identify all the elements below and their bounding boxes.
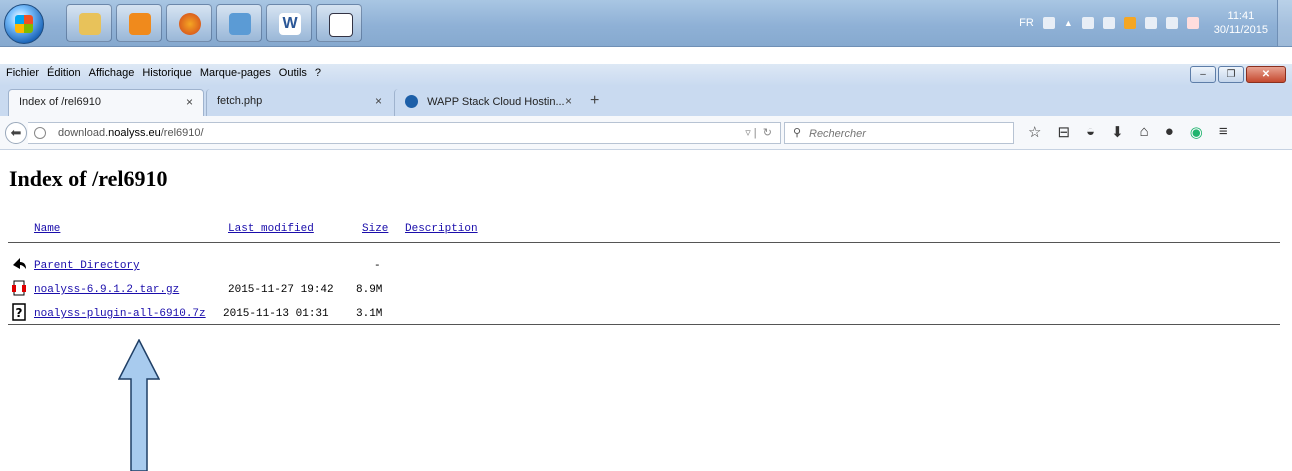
download-icon[interactable]: ⬇ — [1111, 123, 1124, 141]
unknown-file-icon: ? — [12, 303, 26, 321]
url-prefix: download. — [58, 127, 109, 139]
home-icon[interactable]: ⌂ — [1140, 123, 1149, 141]
bookmark-star-icon[interactable]: ☆ — [1028, 123, 1041, 141]
pocket-icon[interactable]: ◒ — [1086, 123, 1095, 141]
column-size-header[interactable]: Size — [362, 223, 388, 235]
device-icon[interactable] — [1144, 17, 1157, 29]
chat-icon[interactable]: ● — [1165, 123, 1174, 141]
taskbar-word-button[interactable]: W — [266, 4, 312, 42]
column-name-header[interactable]: Name — [34, 223, 60, 235]
file-size: - — [374, 260, 381, 272]
globe-icon[interactable] — [34, 127, 46, 139]
dropdown-arrow-icon[interactable]: ▿ — [745, 127, 751, 139]
column-description-header[interactable]: Description — [405, 223, 478, 235]
file-size: 8.9M — [356, 284, 383, 296]
tab-strip: Index of /rel6910 × fetch.php × WAPP Sta… — [0, 86, 1292, 116]
url-path: /rel6910/ — [160, 127, 204, 139]
table-row: noalyss-6.9.1.2.tar.gz 2015-11-27 19:42 … — [8, 280, 508, 303]
file-size: 3.1M — [356, 308, 383, 320]
windows-taskbar: W FR ▲ 11:41 30/11/2015 — [0, 0, 1292, 47]
search-icon: ⚲ — [793, 127, 802, 139]
hamburger-menu-icon[interactable]: ≡ — [1219, 123, 1228, 141]
back-button[interactable]: ⬅ — [5, 122, 27, 144]
new-tab-button[interactable]: + — [590, 92, 599, 110]
bookmarks-menu-icon[interactable]: ⊟ — [1057, 123, 1070, 141]
volume-muted-icon[interactable] — [1186, 17, 1199, 29]
file-link[interactable]: Parent Directory — [34, 260, 140, 272]
url-bar-actions: ▿ | ↻ — [745, 127, 772, 139]
windows-logo-icon — [15, 15, 33, 33]
tab-wapp-stack[interactable]: WAPP Stack Cloud Hostin... × — [394, 89, 582, 116]
menu-outils[interactable]: Outils — [279, 67, 307, 79]
file-link[interactable]: noalyss-plugin-all-6910.7z — [34, 308, 206, 320]
keyboard-icon[interactable] — [1042, 17, 1055, 29]
tab-close-icon[interactable]: × — [565, 94, 572, 108]
flag-icon[interactable] — [1081, 17, 1094, 29]
tab-index-rel6910[interactable]: Index of /rel6910 × — [8, 89, 204, 116]
file-link[interactable]: noalyss-6.9.1.2.tar.gz — [34, 284, 179, 296]
show-hidden-icons-icon[interactable]: ▲ — [1064, 18, 1073, 28]
clock-time: 11:41 — [1227, 10, 1255, 22]
search-input[interactable] — [807, 125, 1001, 143]
url-host: noalyss.eu — [108, 127, 161, 139]
tab-close-icon[interactable]: × — [186, 95, 193, 109]
bitnami-favicon-icon — [405, 95, 418, 108]
navigation-bar: ⬅ download.noalyss.eu/rel6910/ ▿ | ↻ ⚲ ☆… — [0, 116, 1292, 150]
taskbar-control-panel-button[interactable] — [216, 4, 262, 42]
taskbar-firefox-button[interactable] — [166, 4, 212, 42]
menu-fichier[interactable]: Fichier — [6, 67, 39, 79]
minimize-button[interactable]: – — [1190, 66, 1216, 83]
column-last-modified-header[interactable]: Last modified — [228, 223, 314, 235]
annotation-arrow-icon — [118, 339, 160, 471]
search-bar[interactable]: ⚲ — [784, 122, 1014, 144]
taskbar-notepad-button[interactable] — [316, 4, 362, 42]
page-content: Index of /rel6910 Name Last modified Siz… — [0, 150, 1292, 471]
svg-text:?: ? — [16, 306, 23, 320]
extension-icon[interactable]: ◉ — [1190, 123, 1203, 141]
notepad-icon — [329, 13, 353, 37]
back-arrow-icon — [13, 258, 26, 269]
url-bar[interactable]: download.noalyss.eu/rel6910/ ▿ | ↻ — [28, 122, 781, 144]
tab-label: fetch.php — [217, 95, 263, 107]
file-modified: 2015-11-27 19:42 — [228, 284, 334, 296]
close-window-button[interactable]: ✕ — [1246, 66, 1286, 83]
start-button[interactable] — [4, 4, 44, 44]
app-tray-icon[interactable] — [1123, 17, 1136, 29]
file-modified: 2015-11-13 01:31 — [223, 308, 329, 320]
system-tray: FR ▲ 11:41 30/11/2015 — [1019, 0, 1268, 46]
clock-date: 30/11/2015 — [1213, 24, 1268, 36]
taskbar-media-player-button[interactable] — [116, 4, 162, 42]
menu-edition[interactable]: Édition — [47, 67, 81, 79]
url-text: download.noalyss.eu/rel6910/ — [58, 127, 204, 139]
menu-affichage[interactable]: Affichage — [89, 67, 135, 79]
reload-icon[interactable]: ↻ — [763, 127, 772, 139]
network-icon[interactable] — [1102, 17, 1115, 29]
compressed-file-icon — [12, 280, 26, 296]
folder-icon — [79, 13, 101, 35]
show-desktop-button[interactable] — [1277, 0, 1292, 46]
control-panel-icon — [229, 13, 251, 35]
table-row: Parent Directory - — [8, 257, 508, 279]
firefox-icon — [179, 13, 201, 35]
language-indicator[interactable]: FR — [1019, 17, 1034, 29]
menu-help[interactable]: ? — [315, 67, 321, 79]
clock[interactable]: 11:41 30/11/2015 — [1214, 9, 1268, 37]
tab-label: Index of /rel6910 — [19, 96, 101, 108]
menu-historique[interactable]: Historique — [142, 67, 192, 79]
menu-marque-pages[interactable]: Marque-pages — [200, 67, 271, 79]
footer-divider — [8, 324, 1280, 325]
tab-fetch-php[interactable]: fetch.php × — [206, 89, 392, 116]
word-icon: W — [279, 13, 301, 35]
header-divider — [8, 242, 1280, 243]
signal-icon[interactable] — [1165, 17, 1178, 29]
maximize-button[interactable]: ❐ — [1218, 66, 1244, 83]
tab-close-icon[interactable]: × — [375, 94, 382, 108]
tab-label: WAPP Stack Cloud Hostin... — [427, 96, 565, 108]
media-player-icon — [129, 13, 151, 35]
toolbar-icons: ☆ ⊟ ◒ ⬇ ⌂ ● ◉ ≡ — [1028, 123, 1228, 141]
page-title: Index of /rel6910 — [9, 166, 168, 191]
taskbar-explorer-button[interactable] — [66, 4, 112, 42]
menu-bar: Fichier Édition Affichage Historique Mar… — [0, 64, 1292, 86]
